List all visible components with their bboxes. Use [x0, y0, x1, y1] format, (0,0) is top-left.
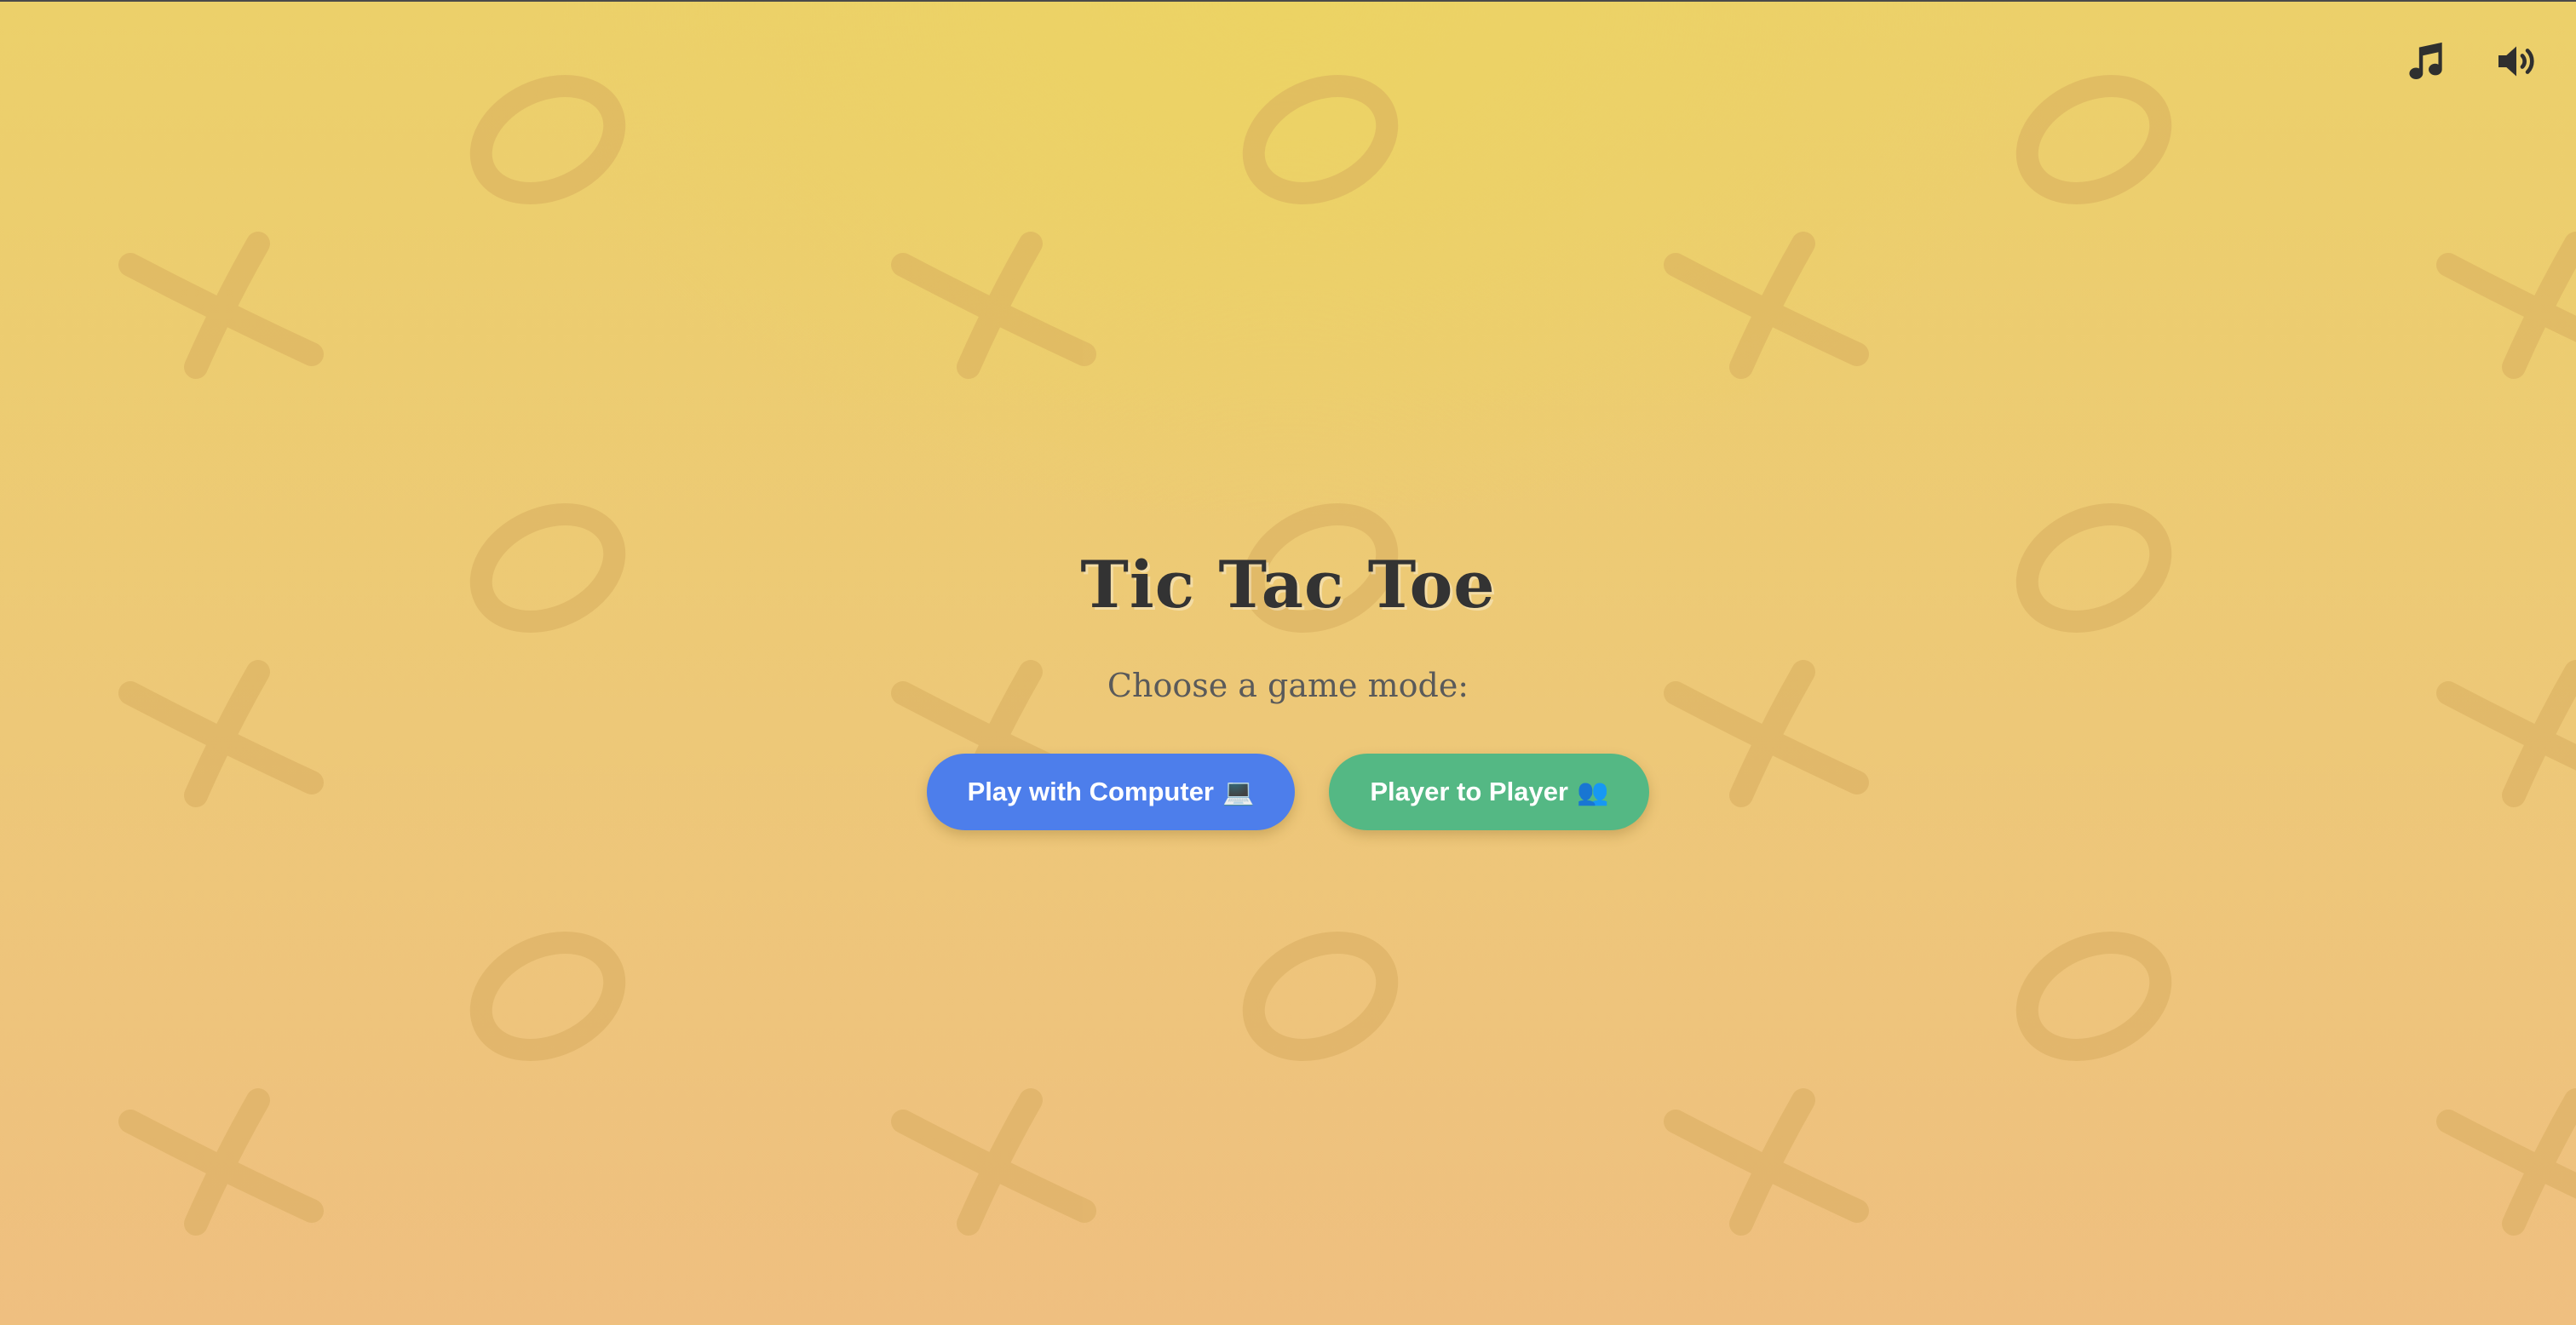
- pattern-o-mark: [2015, 75, 2172, 204]
- pattern-x-mark: [891, 232, 1096, 379]
- pattern-o-mark: [2015, 932, 2172, 1061]
- pattern-x-mark: [118, 1088, 324, 1236]
- pattern-x-mark: [2436, 232, 2576, 379]
- play-with-computer-button[interactable]: Play with Computer 💻: [926, 754, 1296, 830]
- music-toggle-button[interactable]: [2401, 36, 2452, 87]
- pattern-x-mark: [1664, 232, 1869, 379]
- sound-toggle-button[interactable]: [2491, 36, 2542, 87]
- audio-controls: [2401, 36, 2542, 87]
- play-with-computer-label: Play with Computer: [967, 777, 1214, 806]
- mode-buttons: Play with Computer 💻 Player to Player 👥: [0, 754, 2576, 830]
- music-icon: [2409, 42, 2442, 79]
- pattern-x-mark: [891, 1088, 1096, 1236]
- pattern-o-mark: [1242, 75, 1399, 204]
- pattern-x-mark: [1664, 1088, 1869, 1236]
- pattern-o-mark: [1242, 932, 1399, 1061]
- start-screen: Tic Tac Toe Choose a game mode: Play wit…: [0, 547, 2576, 830]
- pattern-o-mark: [469, 932, 626, 1061]
- page-title: Tic Tac Toe: [1080, 547, 1496, 622]
- pattern-x-mark: [2436, 1088, 2576, 1236]
- people-icon: 👥: [1577, 777, 1609, 806]
- mode-prompt: Choose a game mode:: [1107, 667, 1469, 704]
- player-to-player-button[interactable]: Player to Player 👥: [1329, 754, 1650, 830]
- player-to-player-label: Player to Player: [1370, 777, 1568, 806]
- laptop-icon: 💻: [1222, 777, 1255, 806]
- volume-icon: [2498, 46, 2534, 77]
- pattern-o-mark: [469, 75, 626, 204]
- pattern-x-mark: [118, 232, 324, 379]
